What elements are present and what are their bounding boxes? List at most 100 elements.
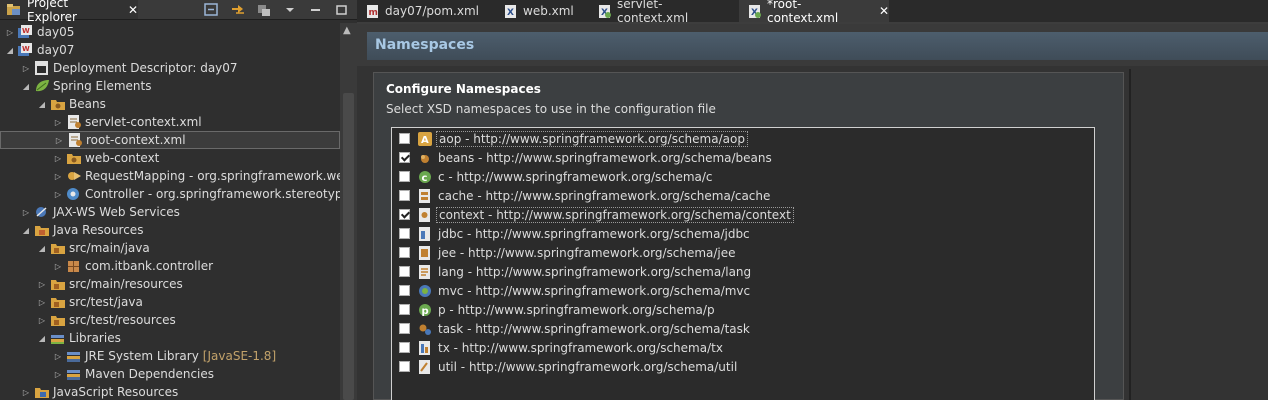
tree-item[interactable]: ▷ com.itbank.controller: [0, 257, 340, 275]
namespace-checkbox[interactable]: [399, 323, 410, 334]
namespace-checkbox[interactable]: [399, 133, 410, 144]
namespace-row[interactable]: cache - http://www.springframework.org/s…: [396, 186, 1096, 205]
tree-item-label: JAX-WS Web Services: [53, 205, 180, 219]
tree-item[interactable]: ▷ src/test/resources: [0, 311, 340, 329]
tree-item[interactable]: ▷ root-context.xml: [0, 131, 340, 149]
collapsed-twisty-icon[interactable]: ▷: [36, 280, 48, 289]
tab-servlet-context[interactable]: X servlet-context.xml: [599, 0, 729, 25]
namespace-checkbox[interactable]: [399, 342, 410, 353]
collapsed-twisty-icon[interactable]: ▷: [20, 64, 32, 73]
collapsed-twisty-icon[interactable]: ▷: [52, 190, 64, 199]
tree-item[interactable]: ▷ Controller - org.springframework.stereo…: [0, 185, 340, 203]
namespace-row[interactable]: util - http://www.springframework.org/sc…: [396, 357, 1096, 376]
namespace-row[interactable]: jee - http://www.springframework.org/sch…: [396, 243, 1096, 262]
collapsed-twisty-icon[interactable]: ▷: [20, 208, 32, 217]
tab-label: web.xml: [523, 4, 574, 18]
project-explorer-header: Project Explorer ✕: [0, 0, 357, 24]
project-explorer-tab[interactable]: Project Explorer ✕: [0, 0, 138, 24]
tab-pom-xml[interactable]: m day07/pom.xml: [367, 0, 497, 22]
close-icon[interactable]: ✕: [128, 3, 138, 17]
collapsed-twisty-icon[interactable]: ▷: [20, 388, 32, 397]
tree-item[interactable]: ▷ Wday05: [0, 23, 340, 41]
collapsed-twisty-icon[interactable]: ▷: [52, 118, 64, 127]
namespace-list[interactable]: Aaop - http://www.springframework.org/sc…: [391, 127, 1095, 400]
link-with-editor-icon[interactable]: [230, 3, 246, 17]
tree-item[interactable]: ◢ Libraries: [0, 329, 340, 347]
tree-item[interactable]: ◢ src/main/java: [0, 239, 340, 257]
tab-root-context[interactable]: X *root-context.xml ✕: [739, 0, 889, 25]
minimize-icon[interactable]: [308, 3, 324, 17]
namespace-row[interactable]: Aaop - http://www.springframework.org/sc…: [396, 129, 1096, 148]
namespace-checkbox[interactable]: [399, 152, 410, 163]
collapsed-twisty-icon[interactable]: ▷: [4, 28, 16, 37]
scroll-up-icon[interactable]: ▲: [343, 25, 351, 36]
expanded-twisty-icon[interactable]: ◢: [36, 244, 48, 253]
tree-item[interactable]: ▷ src/main/resources: [0, 275, 340, 293]
project-explorer-title: Project Explorer: [27, 0, 77, 24]
tab-web-xml[interactable]: X web.xml: [505, 0, 585, 22]
namespace-row[interactable]: context - http://www.springframework.org…: [396, 205, 1096, 224]
namespace-checkbox[interactable]: [399, 304, 410, 315]
expanded-twisty-icon[interactable]: ◢: [36, 334, 48, 343]
view-menu-icon[interactable]: [282, 3, 298, 17]
collapsed-twisty-icon[interactable]: ▷: [52, 370, 64, 379]
collapsed-twisty-icon[interactable]: ▷: [36, 298, 48, 307]
tree-item[interactable]: ▷ RequestMapping - org.springframework.we…: [0, 167, 340, 185]
collapse-all-icon[interactable]: [204, 2, 220, 17]
tree-item[interactable]: ▷ src/test/java: [0, 293, 340, 311]
editor-divider: [1129, 69, 1131, 400]
tree-item-text: Controller - org.springframework.stereot…: [85, 187, 340, 201]
tree-item[interactable]: ▷ web-context: [0, 149, 340, 167]
tree-item[interactable]: ▷ JavaScript Resources: [0, 383, 340, 400]
namespace-label: p - http://www.springframework.org/schem…: [438, 302, 715, 317]
scrollbar-thumb[interactable]: [343, 93, 354, 400]
namespace-row[interactable]: task - http://www.springframework.org/sc…: [396, 319, 1096, 338]
close-icon[interactable]: ✕: [879, 4, 889, 18]
namespace-label: mvc - http://www.springframework.org/sch…: [438, 283, 751, 298]
tree-item-text: web-context: [85, 151, 160, 165]
tree-item[interactable]: ◢ Java Resources: [0, 221, 340, 239]
tree-item[interactable]: ▷ Maven Dependencies: [0, 365, 340, 383]
maximize-icon[interactable]: [334, 3, 350, 17]
namespace-label: tx - http://www.springframework.org/sche…: [438, 340, 723, 355]
collapsed-twisty-icon[interactable]: ▷: [52, 352, 64, 361]
focus-on-active-task-icon[interactable]: [256, 3, 272, 17]
namespace-row[interactable]: beans - http://www.springframework.org/s…: [396, 148, 1096, 167]
tree-scrollbar[interactable]: ▲: [340, 23, 357, 400]
expanded-twisty-icon[interactable]: ◢: [20, 82, 32, 91]
expanded-twisty-icon[interactable]: ◢: [4, 46, 16, 55]
namespace-checkbox[interactable]: [399, 266, 410, 277]
namespace-row[interactable]: mvc - http://www.springframework.org/sch…: [396, 281, 1096, 300]
expanded-twisty-icon[interactable]: ◢: [36, 100, 48, 109]
tree-item[interactable]: ▷ JAX-WS Web Services: [0, 203, 340, 221]
tree-item[interactable]: ▷ Deployment Descriptor: day07: [0, 59, 340, 77]
namespace-checkbox[interactable]: [399, 190, 410, 201]
tree-item[interactable]: ◢ Wday07: [0, 41, 340, 59]
namespace-row[interactable]: p p - http://www.springframework.org/sche…: [396, 300, 1096, 319]
tree-item-label: RequestMapping - org.springframework.web…: [85, 169, 340, 183]
namespace-row[interactable]: c c - http://www.springframework.org/sche…: [396, 167, 1096, 186]
namespace-row[interactable]: jdbc - http://www.springframework.org/sc…: [396, 224, 1096, 243]
namespace-checkbox[interactable]: [399, 228, 410, 239]
svg-text:p: p: [422, 306, 429, 317]
namespace-checkbox[interactable]: [399, 285, 410, 296]
collapsed-twisty-icon[interactable]: ▷: [53, 136, 65, 145]
tree-item[interactable]: ▷ JRE System Library [JavaSE-1.8]: [0, 347, 340, 365]
tree-item-label: web-context: [85, 151, 159, 165]
tree-item[interactable]: ▷ servlet-context.xml: [0, 113, 340, 131]
collapsed-twisty-icon[interactable]: ▷: [36, 316, 48, 325]
source-folder-icon: [50, 241, 66, 255]
tree-item[interactable]: ◢ Beans: [0, 95, 340, 113]
namespace-checkbox[interactable]: [399, 361, 410, 372]
namespace-checkbox[interactable]: [399, 171, 410, 182]
collapsed-twisty-icon[interactable]: ▷: [52, 154, 64, 163]
collapsed-twisty-icon[interactable]: ▷: [52, 172, 64, 181]
tree-item-text: day05: [37, 25, 75, 39]
collapsed-twisty-icon[interactable]: ▷: [52, 262, 64, 271]
namespace-checkbox[interactable]: [399, 209, 410, 220]
namespace-row[interactable]: lang - http://www.springframework.org/sc…: [396, 262, 1096, 281]
tree-item[interactable]: ◢ Spring Elements: [0, 77, 340, 95]
expanded-twisty-icon[interactable]: ◢: [20, 226, 32, 235]
namespace-row[interactable]: tx - http://www.springframework.org/sche…: [396, 338, 1096, 357]
namespace-checkbox[interactable]: [399, 247, 410, 258]
